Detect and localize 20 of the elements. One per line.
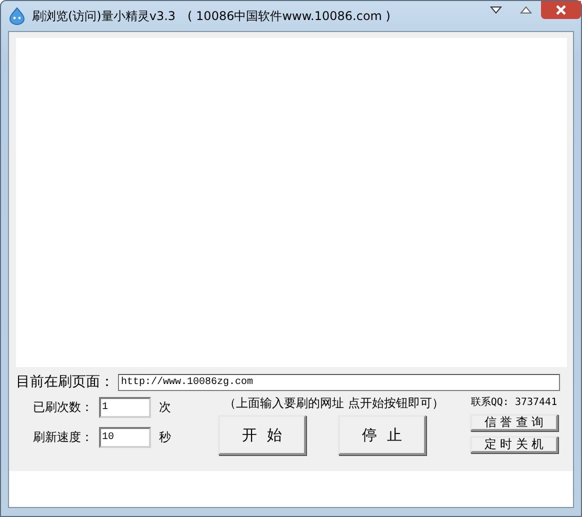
- speed-field[interactable]: 10: [99, 427, 151, 448]
- contact-text: 联系QQ: 3737441: [470, 396, 558, 409]
- url-field[interactable]: http://www.10086zg.com: [118, 374, 560, 390]
- shutdown-timer-button[interactable]: 定 时 关 机: [470, 436, 558, 453]
- stop-button[interactable]: 停 止: [338, 415, 426, 455]
- count-label: 已刷次数：: [33, 399, 94, 416]
- speed-unit: 秒: [159, 429, 171, 446]
- start-button[interactable]: 开 始: [218, 415, 306, 455]
- app-icon: [8, 7, 26, 25]
- reputation-button[interactable]: 信 誉 查 询: [470, 414, 558, 431]
- triangle-down-icon: [490, 6, 502, 14]
- window-title: 刷浏览(访问)量小精灵v3.3 ( 10086中国软件www.10086.com ): [32, 8, 390, 24]
- url-label: 目前在刷页面：: [16, 373, 114, 391]
- count-field[interactable]: 1: [99, 397, 151, 418]
- close-icon: [555, 5, 567, 15]
- close-button[interactable]: [541, 1, 581, 19]
- triangle-up-icon: [520, 6, 532, 14]
- speed-label: 刷新速度：: [33, 429, 94, 446]
- hint-text: （上面输入要刷的网址 点开始按钮即可）: [223, 395, 445, 412]
- count-unit: 次: [159, 399, 171, 416]
